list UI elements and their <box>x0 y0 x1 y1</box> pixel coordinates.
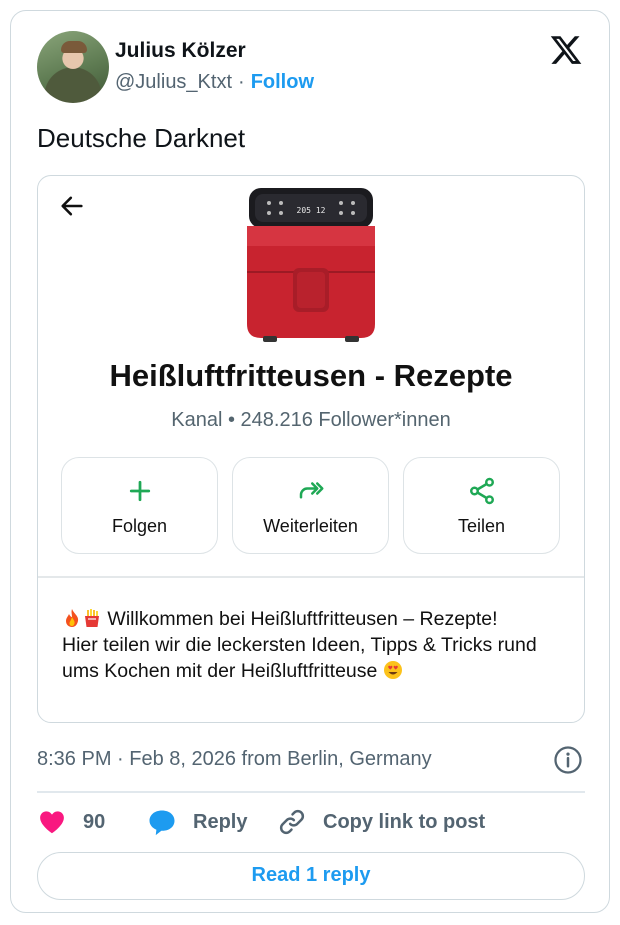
tweet-card: Julius Kölzer @Julius_Ktxt · Follow Deutsc… <box>10 10 610 913</box>
like-button[interactable]: 90 <box>37 807 105 837</box>
plus-icon <box>129 480 150 502</box>
heart-eyes-emoji-icon <box>383 661 402 679</box>
author-handle-row: @Julius_Ktxt · Follow <box>115 71 314 94</box>
channel-subtitle: Kanal • 248.216 Follower*innen <box>171 409 451 431</box>
channel-follow-label: Folgen <box>111 516 168 536</box>
tweet-text: Deutsche Darknet <box>37 123 246 153</box>
description-line-2: Hier teilen wir die leckersten Ideen, Ti… <box>62 634 537 682</box>
channel-share-button[interactable]: Teilen <box>403 457 560 554</box>
link-icon <box>279 809 305 835</box>
follow-button[interactable]: Follow <box>251 71 314 93</box>
author-name[interactable]: Julius Kölzer <box>115 39 246 63</box>
back-arrow-icon <box>61 196 83 216</box>
fryer-display: 205 12 <box>297 206 326 215</box>
fire-emoji-icon <box>66 609 79 627</box>
channel-share-label: Teilen <box>457 516 506 536</box>
info-icon[interactable] <box>553 745 583 775</box>
forward-icon <box>299 482 323 499</box>
heart-icon <box>40 811 64 834</box>
x-logo-icon[interactable] <box>549 33 583 67</box>
description-line-1: Willkommen bei Heißluftfritteusen – Reze… <box>107 608 498 630</box>
channel-description: Willkommen bei Heißluftfritteusen – Reze… <box>62 606 567 684</box>
divider <box>37 791 585 793</box>
share-icon <box>469 477 494 505</box>
copy-link-button[interactable]: Copy link to post <box>277 807 485 837</box>
like-count: 90 <box>83 810 106 833</box>
channel-forward-label: Weiterleiten <box>263 516 358 536</box>
embed-divider <box>38 576 584 578</box>
air-fryer-image: 205 12 <box>247 188 375 342</box>
channel-forward-button[interactable]: Weiterleiten <box>232 457 389 554</box>
separator-dot: · <box>238 71 245 93</box>
tweet-timestamp[interactable]: 8:36 PM · Feb 8, 2026 from Berlin, Germa… <box>37 748 432 771</box>
read-replies-button[interactable]: Read 1 reply <box>37 852 585 900</box>
fries-emoji-icon <box>85 609 99 627</box>
reply-bubble-icon <box>149 810 175 836</box>
reply-label: Reply <box>193 810 248 833</box>
reply-button[interactable]: Reply <box>147 807 247 837</box>
channel-follow-button[interactable]: Folgen <box>61 457 218 554</box>
embedded-screenshot[interactable]: 205 12 Heißluftfritteusen - Rezepte Kana… <box>37 175 585 723</box>
copy-link-label: Copy link to post <box>323 810 486 833</box>
avatar[interactable] <box>37 31 109 103</box>
channel-title: Heißluftfritteusen - Rezepte <box>109 358 513 393</box>
author-handle[interactable]: @Julius_Ktxt <box>115 71 232 93</box>
